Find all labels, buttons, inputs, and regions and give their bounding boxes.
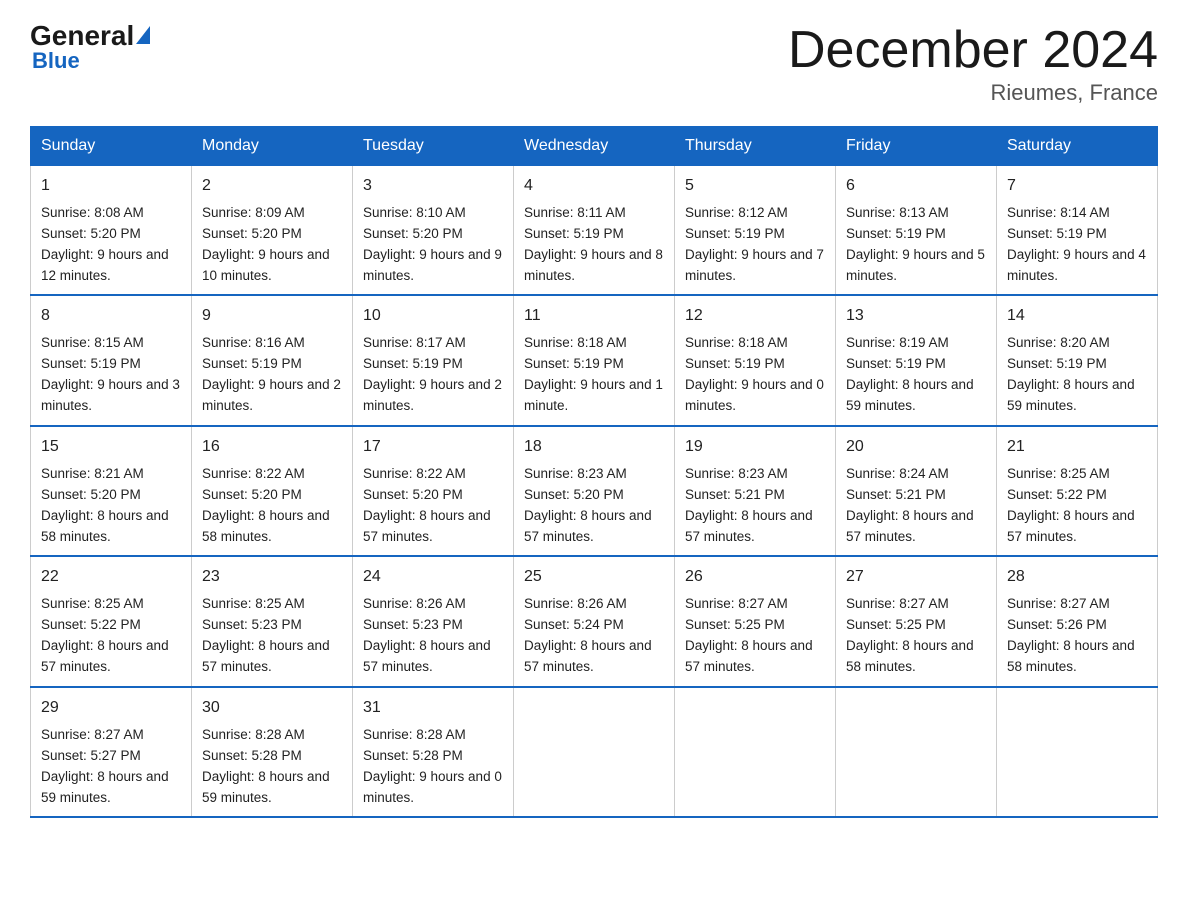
table-row: 27Sunrise: 8:27 AMSunset: 5:25 PMDayligh… — [836, 556, 997, 686]
day-number: 1 — [41, 174, 181, 199]
calendar-header-row: Sunday Monday Tuesday Wednesday Thursday… — [31, 127, 1158, 166]
day-number: 16 — [202, 435, 342, 460]
table-row: 9Sunrise: 8:16 AMSunset: 5:19 PMDaylight… — [192, 295, 353, 425]
title-block: December 2024 Rieumes, France — [788, 20, 1158, 106]
day-number: 20 — [846, 435, 986, 460]
calendar-week-row: 29Sunrise: 8:27 AMSunset: 5:27 PMDayligh… — [31, 687, 1158, 817]
day-number: 13 — [846, 304, 986, 329]
table-row: 30Sunrise: 8:28 AMSunset: 5:28 PMDayligh… — [192, 687, 353, 817]
day-number: 26 — [685, 565, 825, 590]
col-sunday: Sunday — [31, 127, 192, 166]
day-number: 3 — [363, 174, 503, 199]
table-row: 22Sunrise: 8:25 AMSunset: 5:22 PMDayligh… — [31, 556, 192, 686]
day-number: 28 — [1007, 565, 1147, 590]
day-number: 11 — [524, 304, 664, 329]
table-row: 17Sunrise: 8:22 AMSunset: 5:20 PMDayligh… — [353, 426, 514, 556]
day-number: 21 — [1007, 435, 1147, 460]
table-row: 16Sunrise: 8:22 AMSunset: 5:20 PMDayligh… — [192, 426, 353, 556]
table-row — [836, 687, 997, 817]
day-number: 7 — [1007, 174, 1147, 199]
table-row: 19Sunrise: 8:23 AMSunset: 5:21 PMDayligh… — [675, 426, 836, 556]
table-row: 11Sunrise: 8:18 AMSunset: 5:19 PMDayligh… — [514, 295, 675, 425]
day-number: 6 — [846, 174, 986, 199]
calendar-week-row: 8Sunrise: 8:15 AMSunset: 5:19 PMDaylight… — [31, 295, 1158, 425]
table-row: 3Sunrise: 8:10 AMSunset: 5:20 PMDaylight… — [353, 166, 514, 296]
day-number: 25 — [524, 565, 664, 590]
table-row: 12Sunrise: 8:18 AMSunset: 5:19 PMDayligh… — [675, 295, 836, 425]
day-number: 29 — [41, 696, 181, 721]
table-row: 21Sunrise: 8:25 AMSunset: 5:22 PMDayligh… — [997, 426, 1158, 556]
col-friday: Friday — [836, 127, 997, 166]
day-number: 23 — [202, 565, 342, 590]
calendar-table: Sunday Monday Tuesday Wednesday Thursday… — [30, 126, 1158, 818]
day-number: 15 — [41, 435, 181, 460]
col-thursday: Thursday — [675, 127, 836, 166]
page-title: December 2024 — [788, 20, 1158, 80]
day-number: 10 — [363, 304, 503, 329]
day-number: 4 — [524, 174, 664, 199]
table-row: 1Sunrise: 8:08 AMSunset: 5:20 PMDaylight… — [31, 166, 192, 296]
table-row — [997, 687, 1158, 817]
col-saturday: Saturday — [997, 127, 1158, 166]
day-number: 19 — [685, 435, 825, 460]
table-row: 10Sunrise: 8:17 AMSunset: 5:19 PMDayligh… — [353, 295, 514, 425]
day-number: 14 — [1007, 304, 1147, 329]
table-row: 18Sunrise: 8:23 AMSunset: 5:20 PMDayligh… — [514, 426, 675, 556]
logo-blue: Blue — [32, 48, 80, 74]
page-subtitle: Rieumes, France — [788, 80, 1158, 106]
day-number: 12 — [685, 304, 825, 329]
day-number: 17 — [363, 435, 503, 460]
table-row: 14Sunrise: 8:20 AMSunset: 5:19 PMDayligh… — [997, 295, 1158, 425]
table-row: 23Sunrise: 8:25 AMSunset: 5:23 PMDayligh… — [192, 556, 353, 686]
day-number: 31 — [363, 696, 503, 721]
table-row: 20Sunrise: 8:24 AMSunset: 5:21 PMDayligh… — [836, 426, 997, 556]
calendar-week-row: 22Sunrise: 8:25 AMSunset: 5:22 PMDayligh… — [31, 556, 1158, 686]
logo: General Blue — [30, 20, 150, 74]
day-number: 8 — [41, 304, 181, 329]
col-tuesday: Tuesday — [353, 127, 514, 166]
table-row — [675, 687, 836, 817]
day-number: 27 — [846, 565, 986, 590]
day-number: 5 — [685, 174, 825, 199]
col-monday: Monday — [192, 127, 353, 166]
table-row: 8Sunrise: 8:15 AMSunset: 5:19 PMDaylight… — [31, 295, 192, 425]
day-number: 22 — [41, 565, 181, 590]
table-row: 29Sunrise: 8:27 AMSunset: 5:27 PMDayligh… — [31, 687, 192, 817]
day-number: 18 — [524, 435, 664, 460]
table-row: 5Sunrise: 8:12 AMSunset: 5:19 PMDaylight… — [675, 166, 836, 296]
table-row: 7Sunrise: 8:14 AMSunset: 5:19 PMDaylight… — [997, 166, 1158, 296]
table-row: 15Sunrise: 8:21 AMSunset: 5:20 PMDayligh… — [31, 426, 192, 556]
table-row: 4Sunrise: 8:11 AMSunset: 5:19 PMDaylight… — [514, 166, 675, 296]
calendar-week-row: 1Sunrise: 8:08 AMSunset: 5:20 PMDaylight… — [31, 166, 1158, 296]
day-number: 24 — [363, 565, 503, 590]
page-header: General Blue December 2024 Rieumes, Fran… — [30, 20, 1158, 106]
table-row: 28Sunrise: 8:27 AMSunset: 5:26 PMDayligh… — [997, 556, 1158, 686]
day-number: 9 — [202, 304, 342, 329]
table-row: 25Sunrise: 8:26 AMSunset: 5:24 PMDayligh… — [514, 556, 675, 686]
table-row: 2Sunrise: 8:09 AMSunset: 5:20 PMDaylight… — [192, 166, 353, 296]
table-row: 6Sunrise: 8:13 AMSunset: 5:19 PMDaylight… — [836, 166, 997, 296]
day-number: 30 — [202, 696, 342, 721]
table-row: 26Sunrise: 8:27 AMSunset: 5:25 PMDayligh… — [675, 556, 836, 686]
day-number: 2 — [202, 174, 342, 199]
table-row: 24Sunrise: 8:26 AMSunset: 5:23 PMDayligh… — [353, 556, 514, 686]
table-row: 13Sunrise: 8:19 AMSunset: 5:19 PMDayligh… — [836, 295, 997, 425]
logo-arrow-icon — [136, 26, 150, 44]
calendar-week-row: 15Sunrise: 8:21 AMSunset: 5:20 PMDayligh… — [31, 426, 1158, 556]
table-row: 31Sunrise: 8:28 AMSunset: 5:28 PMDayligh… — [353, 687, 514, 817]
table-row — [514, 687, 675, 817]
col-wednesday: Wednesday — [514, 127, 675, 166]
